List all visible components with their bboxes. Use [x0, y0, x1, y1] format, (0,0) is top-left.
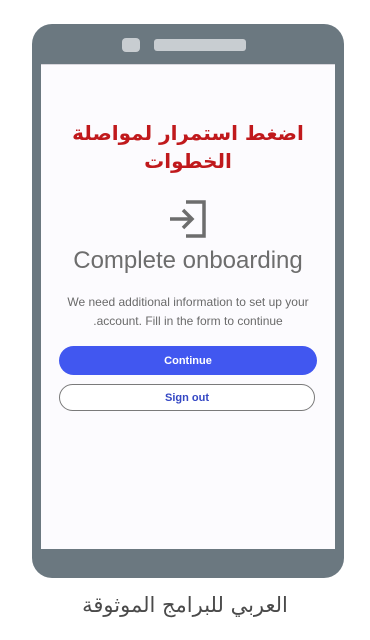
speaker-grille [154, 39, 246, 51]
login-arrow-icon [170, 200, 206, 238]
camera-icon [122, 38, 140, 52]
description-line2: .account. Fill in the form to continue [93, 314, 283, 328]
continue-button[interactable]: Continue [59, 346, 317, 375]
onboarding-screen: اضغط استمرار لمواصلة الخطوات Complete on… [41, 64, 335, 549]
phone-frame: اضغط استمرار لمواصلة الخطوات Complete on… [32, 24, 344, 578]
page-title: Complete onboarding [73, 247, 303, 274]
sign-out-button[interactable]: Sign out [59, 384, 315, 411]
onboarding-description: We need additional information to set up… [57, 293, 319, 331]
instruction-caption-line1: اضغط استمرار لمواصلة [72, 121, 304, 145]
description-line1: We need additional information to set up… [67, 295, 309, 309]
instruction-caption-line2: الخطوات [144, 149, 232, 173]
instruction-caption: اضغط استمرار لمواصلة الخطوات [41, 119, 335, 175]
footer-caption: العربي للبرامج الموثوقة [82, 593, 288, 617]
